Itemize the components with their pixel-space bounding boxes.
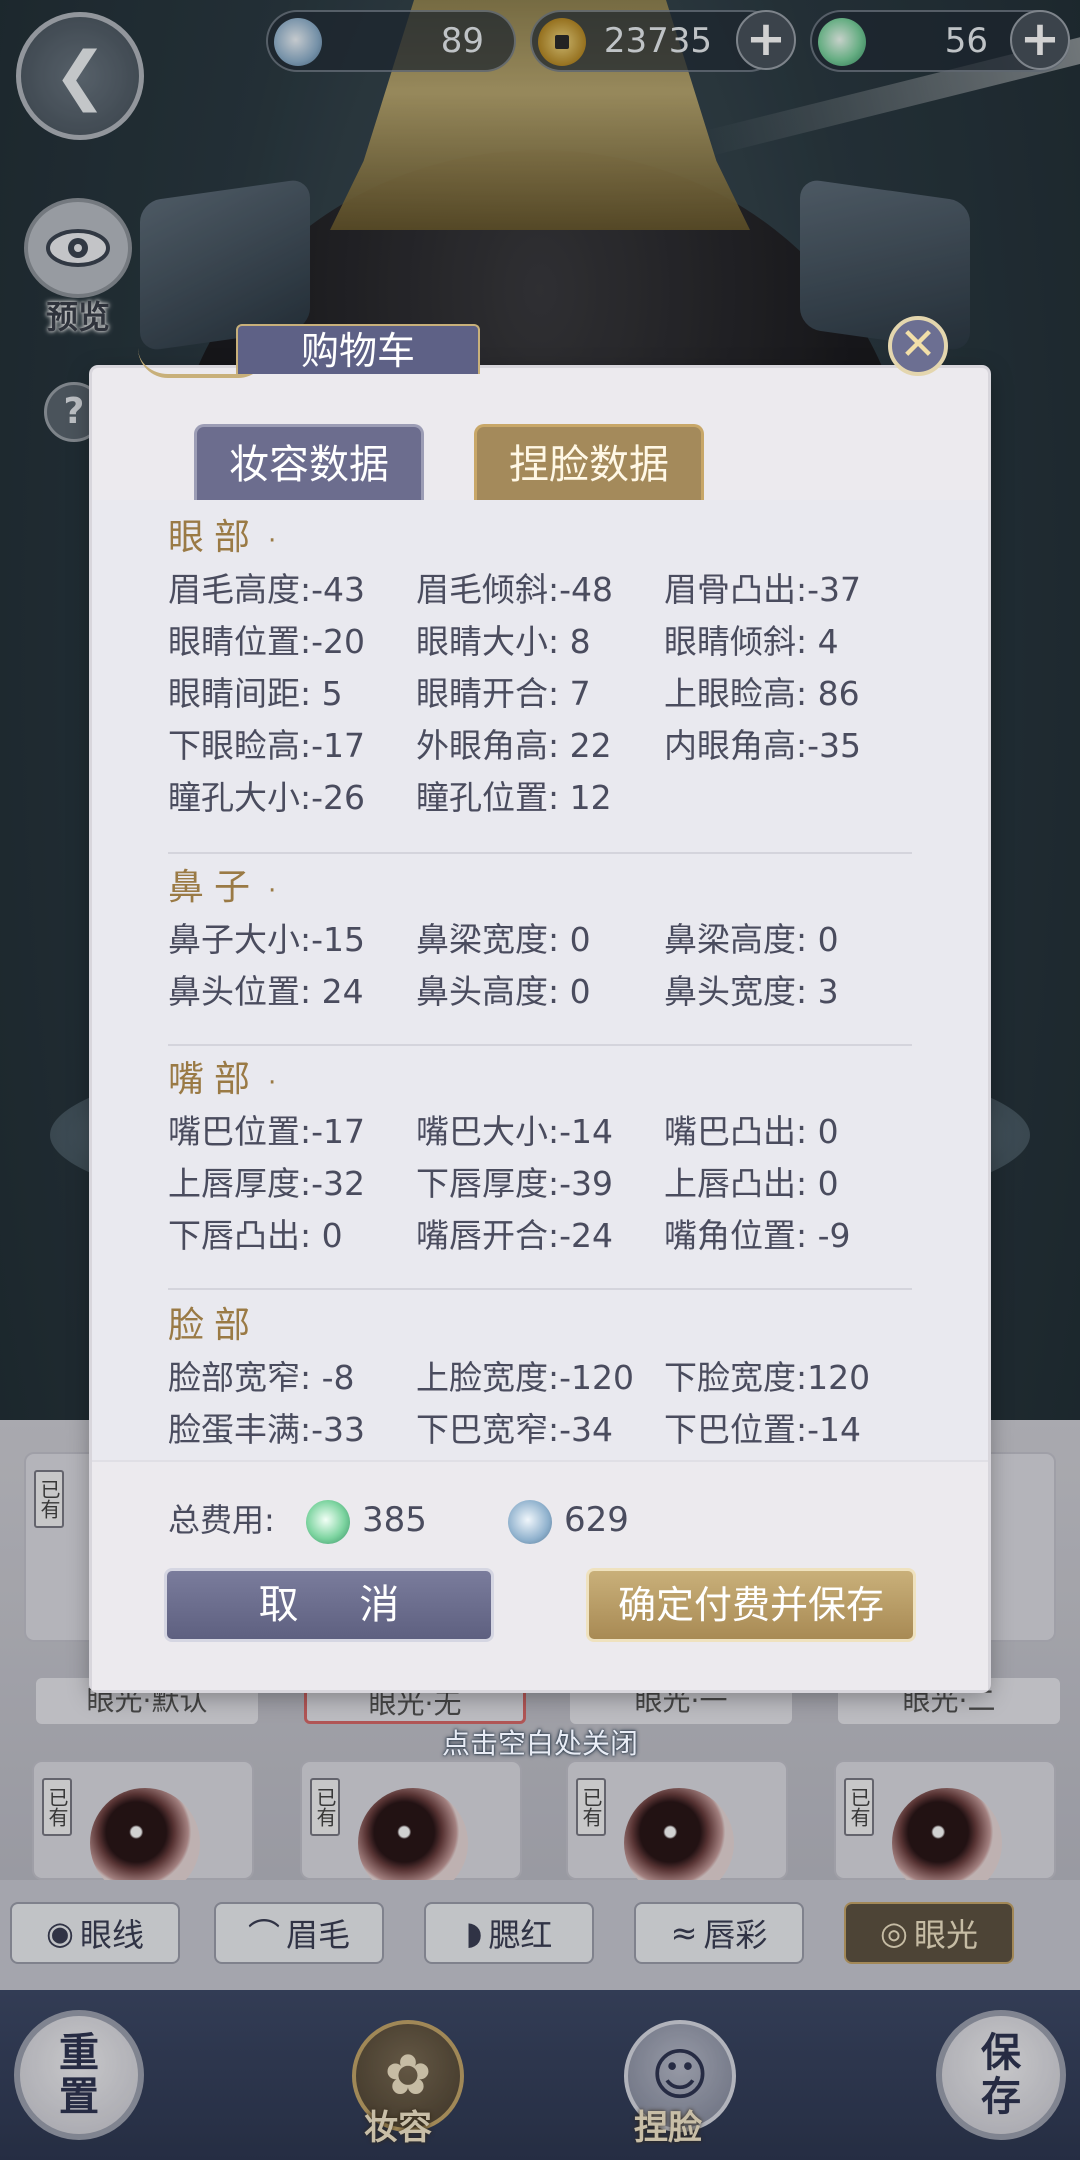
param-grid: 嘴巴位置:-17 嘴巴大小:-14 嘴巴凸出: 0 上唇厚度:-32 下唇厚度:… [168,1106,928,1262]
param-item: 嘴唇开合:-24 [416,1216,614,1255]
param-item: 上眼睑高: 86 [664,674,860,713]
param-item: 下眼睑高:-17 [168,726,366,765]
param-item: 鼻头位置: 24 [168,972,364,1011]
param-item: 下巴宽窄:-34 [416,1410,614,1449]
tab-face-data[interactable]: 捏脸数据 [474,424,704,500]
param-item: 眉毛倾斜:-48 [416,570,614,609]
param-item: 内眼角高:-35 [664,726,862,765]
section-title-text: 嘴部 [168,1059,261,1100]
param-item: 脸部宽窄: -8 [168,1358,355,1397]
param-item: 嘴巴位置:-17 [168,1112,366,1151]
param-item: 眼睛大小: 8 [416,622,591,661]
jade-currency-icon [306,1500,350,1544]
section-title: 嘴部 · [168,1054,928,1106]
param-item: 下脸宽度:120 [664,1358,871,1397]
param-item: 上唇厚度:-32 [168,1164,366,1203]
param-item: 眼睛间距: 5 [168,674,343,713]
param-item: 上脸宽度:-120 [416,1358,635,1397]
param-item: 鼻头宽度: 3 [664,972,839,1011]
section-divider [168,1044,912,1046]
param-item: 下巴位置:-14 [664,1410,862,1449]
cost-jade-value: 385 [362,1500,427,1540]
section-title-text: 脸部 [168,1305,261,1346]
param-item: 鼻梁高度: 0 [664,920,839,959]
moon-currency-icon [508,1500,552,1544]
param-item: 嘴角位置: -9 [664,1216,851,1255]
param-item: 外眼角高: 22 [416,726,612,765]
section-title: 脸部 [168,1300,928,1352]
face-data-list[interactable]: 眼部 · 眉毛高度:-43 眉毛倾斜:-48 眉骨凸出:-37 眼睛位置:-20 … [92,500,988,1460]
section-divider [168,852,912,854]
section-title-text: 鼻子 [168,867,261,908]
param-item: 嘴巴大小:-14 [416,1112,614,1151]
param-item: 眼睛倾斜: 4 [664,622,839,661]
section-face: 脸部 脸部宽窄: -8 上脸宽度:-120 下脸宽度:120 脸蛋丰满:-33 … [168,1300,928,1456]
section-mouth: 嘴部 · 嘴巴位置:-17 嘴巴大小:-14 嘴巴凸出: 0 上唇厚度:-32 下… [168,1054,928,1262]
param-item: 眉毛高度:-43 [168,570,366,609]
param-grid: 眉毛高度:-43 眉毛倾斜:-48 眉骨凸出:-37 眼睛位置:-20 眼睛大小… [168,564,928,824]
tab-makeup-data[interactable]: 妆容数据 [194,424,424,500]
tap-to-close-hint: 点击空白处关闭 [441,1727,638,1760]
param-item: 上唇凸出: 0 [664,1164,839,1203]
param-item: 鼻梁宽度: 0 [416,920,591,959]
param-item: 鼻子大小:-15 [168,920,366,959]
param-item: 眼睛开合: 7 [416,674,591,713]
param-item: 瞳孔大小:-26 [168,778,366,817]
modal-title: 购物车 [236,324,480,374]
param-item: 下唇凸出: 0 [168,1216,343,1255]
param-item: 下唇厚度:-39 [416,1164,614,1203]
param-item: 眼睛位置:-20 [168,622,366,661]
param-item: 鼻头高度: 0 [416,972,591,1011]
section-title: 鼻子 · [168,862,928,914]
param-item: 眉骨凸出:-37 [664,570,862,609]
cost-moon-value: 629 [564,1500,629,1540]
param-item: 瞳孔位置: 12 [416,778,612,817]
section-eyes: 眼部 · 眉毛高度:-43 眉毛倾斜:-48 眉骨凸出:-37 眼睛位置:-20 … [168,512,928,824]
section-marker: · [268,1068,287,1098]
param-item: 脸蛋丰满:-33 [168,1410,366,1449]
total-cost-label: 总费用: [168,1501,275,1539]
section-title: 眼部 · [168,512,928,564]
param-grid: 脸部宽窄: -8 上脸宽度:-120 下脸宽度:120 脸蛋丰满:-33 下巴宽… [168,1352,928,1456]
section-divider [168,1288,912,1290]
section-marker: · [268,876,287,906]
section-nose: 鼻子 · 鼻子大小:-15 鼻梁宽度: 0 鼻梁高度: 0 鼻头位置: 24 鼻头… [168,862,928,1018]
close-button[interactable]: ✕ [888,316,948,376]
cancel-button[interactable]: 取 消 [164,1568,494,1642]
section-marker: · [268,526,287,556]
section-title-text: 眼部 [168,517,261,558]
param-item: 嘴巴凸出: 0 [664,1112,839,1151]
param-grid: 鼻子大小:-15 鼻梁宽度: 0 鼻梁高度: 0 鼻头位置: 24 鼻头高度: … [168,914,928,1018]
confirm-pay-save-button[interactable]: 确定付费并保存 [586,1568,916,1642]
